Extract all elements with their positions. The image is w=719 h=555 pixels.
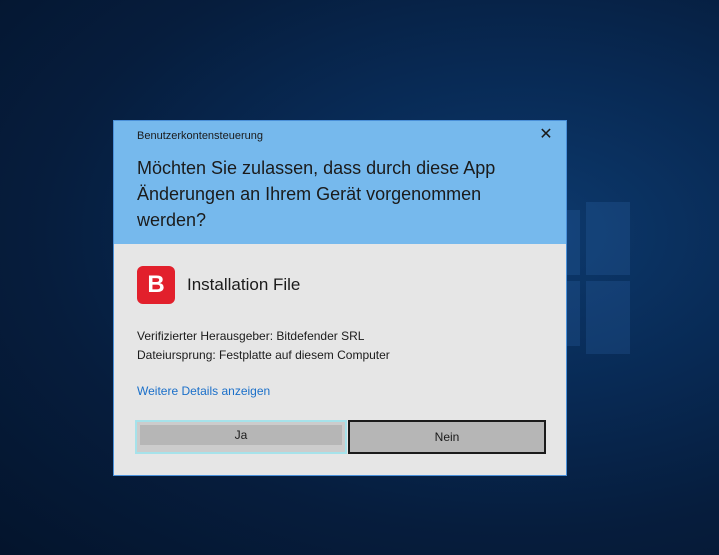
window-title: Benutzerkontensteuerung bbox=[137, 130, 263, 142]
consent-question: Möchten Sie zulassen, dass durch diese A… bbox=[137, 158, 496, 230]
file-origin: Dateiursprung: Festplatte auf diesem Com… bbox=[137, 348, 390, 362]
close-icon[interactable]: ✕ bbox=[538, 127, 554, 143]
show-more-details-link[interactable]: Weitere Details anzeigen bbox=[137, 384, 270, 398]
dialog-header: Benutzerkontensteuerung ✕ Möchten Sie zu… bbox=[114, 121, 566, 244]
uac-dialog: Benutzerkontensteuerung ✕ Möchten Sie zu… bbox=[113, 120, 567, 476]
yes-button[interactable]: Ja bbox=[135, 420, 347, 454]
no-button[interactable]: Nein bbox=[348, 420, 546, 454]
app-info-row: B Installation File bbox=[137, 266, 300, 304]
verified-publisher: Verifizierter Herausgeber: Bitdefender S… bbox=[137, 329, 365, 343]
bitdefender-icon: B bbox=[137, 266, 175, 304]
app-name: Installation File bbox=[187, 275, 301, 294]
publisher-info: Verifizierter Herausgeber: Bitdefender S… bbox=[137, 327, 390, 365]
yes-button-label: Ja bbox=[140, 425, 342, 445]
